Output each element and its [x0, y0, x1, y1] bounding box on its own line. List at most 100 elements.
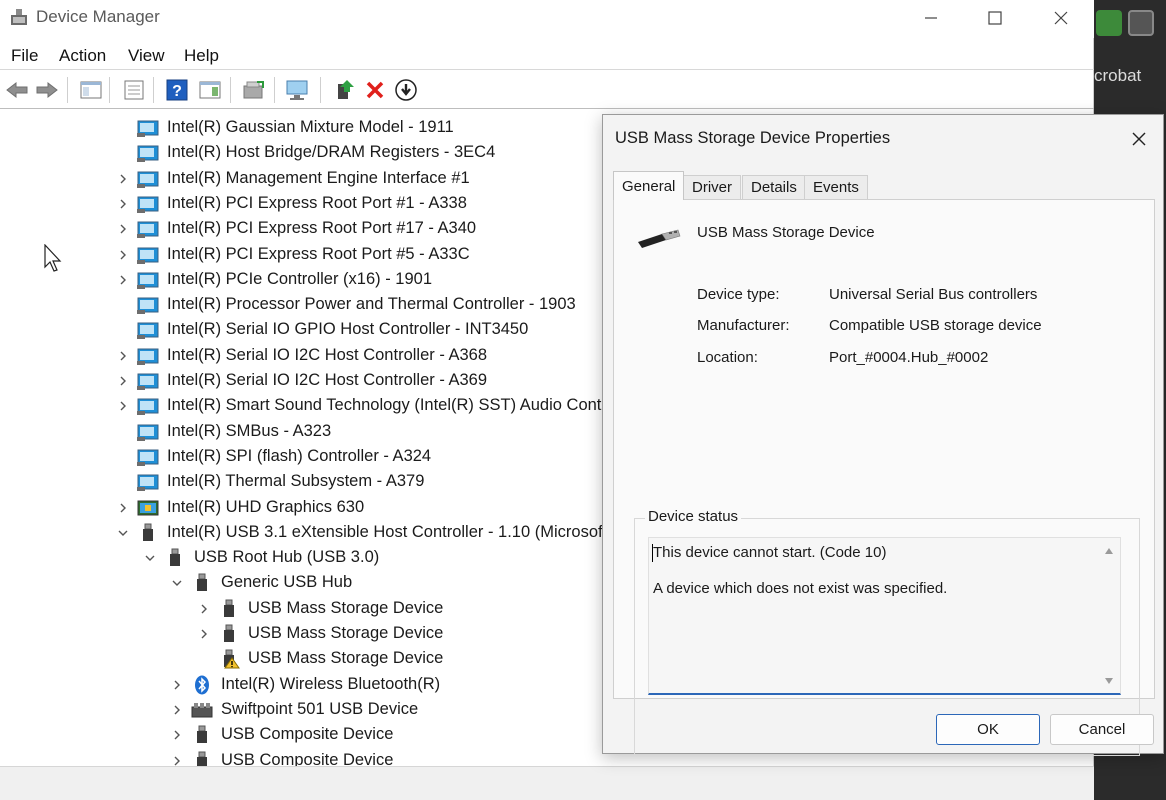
manufacturer-value: Compatible USB storage device — [829, 317, 1042, 334]
disable-device-button[interactable] — [392, 76, 420, 104]
tab-driver[interactable]: Driver — [683, 175, 741, 199]
device-icon — [137, 424, 159, 441]
device-name: USB Mass Storage Device — [697, 224, 875, 241]
device-tree[interactable]: Intel(R) Gaussian Mixture Model - 1911 In… — [0, 114, 604, 766]
tree-item-label: Intel(R) PCI Express Root Port #17 - A34… — [167, 219, 477, 238]
tree-item-label: Intel(R) Wireless Bluetooth(R) — [221, 674, 441, 693]
usb-plug-icon — [224, 624, 234, 642]
show-hide-console-tree-button[interactable] — [77, 76, 105, 104]
tree-item-label: Swiftpoint 501 USB Device — [221, 699, 419, 718]
device-status-textbox[interactable]: This device cannot start. (Code 10) A de… — [648, 537, 1121, 695]
tree-item-label: Intel(R) PCI Express Root Port #5 - A33C — [167, 244, 470, 263]
tree-item-label: USB Mass Storage Device — [248, 649, 444, 668]
device-status-legend: Device status — [645, 508, 742, 525]
tree-item[interactable]: Intel(R) PCI Express Root Port #5 - A33C — [0, 243, 604, 268]
manufacturer-label: Manufacturer: — [697, 317, 790, 334]
menu-view[interactable]: View — [128, 46, 165, 66]
tree-item[interactable]: Intel(R) SMBus - A323 — [0, 420, 604, 445]
tree-item[interactable]: Generic USB Hub — [0, 571, 604, 596]
tree-item[interactable]: Intel(R) Gaussian Mixture Model - 1911 — [0, 116, 604, 141]
dialog-close-button[interactable] — [1119, 123, 1159, 155]
tree-item[interactable]: Intel(R) PCI Express Root Port #17 - A34… — [0, 217, 604, 242]
tree-item-label: Intel(R) Management Engine Interface #1 — [167, 168, 470, 187]
chevron-right-icon[interactable] — [117, 249, 129, 261]
tree-item-label: Intel(R) Serial IO I2C Host Controller -… — [167, 371, 488, 389]
tree-item[interactable]: Intel(R) Serial IO I2C Host Controller -… — [0, 344, 604, 369]
tab-details[interactable]: Details — [742, 175, 806, 199]
chevron-right-icon[interactable] — [171, 704, 183, 716]
ok-button[interactable]: OK — [936, 714, 1040, 745]
chevron-right-icon[interactable] — [117, 502, 129, 514]
help-button[interactable]: ? — [163, 76, 191, 104]
tree-item[interactable]: Intel(R) Serial IO GPIO Host Controller … — [0, 318, 604, 343]
chevron-right-icon[interactable] — [198, 603, 210, 615]
tree-item[interactable]: Intel(R) SPI (flash) Controller - A324 — [0, 445, 604, 470]
disable-device-icon — [395, 79, 417, 101]
tree-item[interactable]: Intel(R) Host Bridge/DRAM Registers - 3E… — [0, 141, 604, 166]
tree-item[interactable]: Intel(R) Wireless Bluetooth(R) — [0, 673, 604, 698]
tree-item-label: Generic USB Hub — [221, 573, 353, 592]
tree-item-label: Intel(R) PCIe Controller (x16) - 1901 — [167, 269, 433, 288]
tree-item[interactable]: USB Root Hub (USB 3.0) — [0, 546, 604, 571]
device-icon — [137, 221, 159, 239]
chevron-down-icon[interactable] — [117, 527, 129, 539]
tree-item[interactable]: USB Mass Storage Device — [0, 622, 604, 647]
tree-item[interactable]: USB Mass Storage Device — [0, 597, 604, 622]
tab-general[interactable]: General — [613, 171, 685, 200]
tree-item[interactable]: USB Mass Storage Device — [0, 647, 604, 672]
device-icon — [137, 398, 159, 416]
tree-item-label: Intel(R) Thermal Subsystem - A379 — [167, 472, 425, 491]
maximize-button[interactable] — [962, 0, 1028, 36]
title-bar[interactable]: Device Manager — [0, 0, 1094, 38]
scan-hardware-button[interactable] — [284, 76, 312, 104]
usb-plug-icon — [224, 599, 234, 617]
chevron-right-icon[interactable] — [117, 400, 129, 412]
chevron-right-icon[interactable] — [198, 628, 210, 640]
minimize-button[interactable] — [898, 0, 964, 36]
back-button[interactable] — [3, 76, 31, 104]
chevron-right-icon[interactable] — [171, 729, 183, 741]
tree-item[interactable]: Intel(R) Processor Power and Thermal Con… — [0, 293, 604, 318]
chevron-right-icon[interactable] — [117, 173, 129, 185]
chevron-down-icon[interactable] — [144, 552, 156, 564]
tree-item[interactable]: Intel(R) PCI Express Root Port #1 - A338 — [0, 192, 604, 217]
tree-item[interactable]: Intel(R) PCIe Controller (x16) - 1901 — [0, 268, 604, 293]
tree-item[interactable]: USB Composite Device — [0, 723, 604, 748]
tree-item[interactable]: Intel(R) Management Engine Interface #1 — [0, 167, 604, 192]
tree-item-label: Intel(R) Host Bridge/DRAM Registers - 3E… — [167, 143, 496, 162]
chevron-right-icon[interactable] — [117, 274, 129, 286]
menu-file[interactable]: File — [11, 46, 38, 66]
uninstall-device-button[interactable] — [361, 76, 389, 104]
enable-device-button[interactable] — [330, 76, 358, 104]
chevron-right-icon[interactable] — [117, 223, 129, 235]
chevron-right-icon[interactable] — [117, 350, 129, 362]
scroll-up-icon[interactable] — [1104, 546, 1114, 556]
menu-action[interactable]: Action — [59, 46, 106, 66]
tree-item[interactable]: Intel(R) USB 3.1 eXtensible Host Control… — [0, 521, 604, 546]
chevron-right-icon[interactable] — [117, 198, 129, 210]
action-pane-button[interactable] — [196, 76, 224, 104]
tab-events[interactable]: Events — [804, 175, 868, 199]
menu-help[interactable]: Help — [184, 46, 219, 66]
device-icon — [137, 449, 159, 466]
forward-button[interactable] — [33, 76, 61, 104]
update-driver-button[interactable] — [240, 76, 268, 104]
usb-warning-icon — [224, 649, 240, 669]
close-button[interactable] — [1028, 0, 1094, 36]
chevron-right-icon[interactable] — [171, 679, 183, 691]
chevron-down-icon[interactable] — [171, 577, 183, 589]
forward-arrow-icon — [36, 81, 58, 99]
scroll-down-icon[interactable] — [1104, 676, 1114, 686]
tree-item[interactable]: Intel(R) UHD Graphics 630 — [0, 496, 604, 521]
cancel-button[interactable]: Cancel — [1050, 714, 1154, 745]
tree-item[interactable]: Intel(R) Smart Sound Technology (Intel(R… — [0, 394, 604, 419]
properties-button[interactable] — [120, 76, 148, 104]
display-adapter-icon — [137, 500, 159, 515]
tree-item[interactable]: Intel(R) Thermal Subsystem - A379 — [0, 470, 604, 495]
tree-item[interactable]: USB Composite Device — [0, 749, 604, 767]
tree-item[interactable]: Swiftpoint 501 USB Device — [0, 698, 604, 723]
tree-item[interactable]: Intel(R) Serial IO I2C Host Controller -… — [0, 369, 604, 394]
status-error-code: This device cannot start. (Code 10) — [653, 544, 887, 561]
chevron-right-icon[interactable] — [171, 755, 183, 767]
chevron-right-icon[interactable] — [117, 375, 129, 387]
